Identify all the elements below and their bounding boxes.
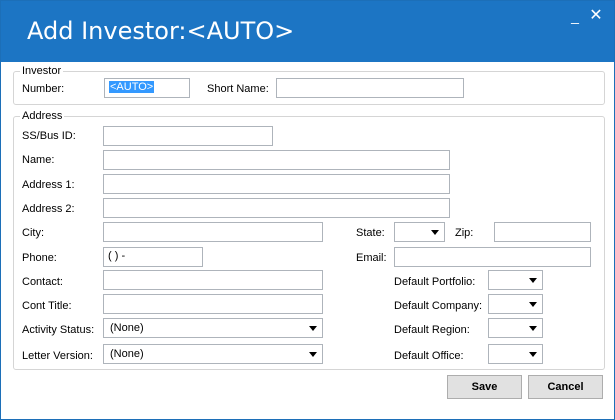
cancel-button[interactable]: Cancel xyxy=(528,375,603,399)
chevron-down-icon xyxy=(309,352,317,357)
number-value: <AUTO> xyxy=(109,81,155,93)
cont-title-field[interactable] xyxy=(103,294,323,314)
chevron-down-icon xyxy=(529,278,537,283)
address2-label: Address 2: xyxy=(22,203,75,215)
close-icon[interactable]: ✕ xyxy=(586,8,606,24)
default-office-label: Default Office: xyxy=(394,350,464,362)
zip-field[interactable] xyxy=(494,222,591,242)
address-legend: Address xyxy=(22,110,63,122)
contact-field[interactable] xyxy=(103,270,323,290)
zip-label: Zip: xyxy=(455,227,474,239)
contact-label: Contact: xyxy=(22,276,63,288)
state-select[interactable] xyxy=(394,222,445,242)
chevron-down-icon xyxy=(529,302,537,307)
default-portfolio-label: Default Portfolio: xyxy=(394,276,476,288)
activity-status-select[interactable]: (None) xyxy=(103,318,323,338)
short-name-field[interactable] xyxy=(276,78,464,98)
chevron-down-icon xyxy=(431,230,439,235)
letter-version-value: (None) xyxy=(110,348,144,360)
cont-title-label: Cont Title: xyxy=(22,300,72,312)
title-bar: Add Investor:<AUTO> _ ✕ xyxy=(1,1,614,62)
short-name-label: Short Name: xyxy=(207,83,269,95)
chevron-down-icon xyxy=(309,326,317,331)
number-field[interactable]: <AUTO> xyxy=(104,78,190,98)
state-label: State: xyxy=(356,227,385,239)
save-button[interactable]: Save xyxy=(447,375,522,399)
investor-legend: Investor xyxy=(22,65,62,77)
city-field[interactable] xyxy=(103,222,323,242)
number-label: Number: xyxy=(22,83,65,95)
default-company-label: Default Company: xyxy=(394,300,483,312)
default-company-select[interactable] xyxy=(488,294,543,314)
address1-label: Address 1: xyxy=(22,179,75,191)
chevron-down-icon xyxy=(529,326,537,331)
phone-label: Phone: xyxy=(22,252,57,264)
name-field[interactable] xyxy=(103,150,450,170)
default-region-select[interactable] xyxy=(488,318,543,338)
default-office-select[interactable] xyxy=(488,344,543,364)
add-investor-dialog: Add Investor:<AUTO> _ ✕ Investor Number:… xyxy=(0,0,615,420)
default-region-label: Default Region: xyxy=(394,324,470,336)
chevron-down-icon xyxy=(529,352,537,357)
address2-field[interactable] xyxy=(103,198,450,218)
phone-field[interactable]: ( ) - xyxy=(103,247,203,267)
dialog-title: Add Investor:<AUTO> xyxy=(27,17,295,45)
letter-version-label: Letter Version: xyxy=(22,350,93,362)
name-label: Name: xyxy=(22,154,55,166)
activity-status-label: Activity Status: xyxy=(22,324,95,336)
email-field[interactable] xyxy=(394,247,591,267)
email-label: Email: xyxy=(356,252,387,264)
activity-status-value: (None) xyxy=(110,322,144,334)
minimize-icon[interactable]: _ xyxy=(565,8,585,24)
address1-field[interactable] xyxy=(103,174,450,194)
letter-version-select[interactable]: (None) xyxy=(103,344,323,364)
ss-bus-id-label: SS/Bus ID: xyxy=(22,130,76,142)
default-portfolio-select[interactable] xyxy=(488,270,543,290)
city-label: City: xyxy=(22,227,44,239)
ss-bus-id-field[interactable] xyxy=(103,126,273,146)
